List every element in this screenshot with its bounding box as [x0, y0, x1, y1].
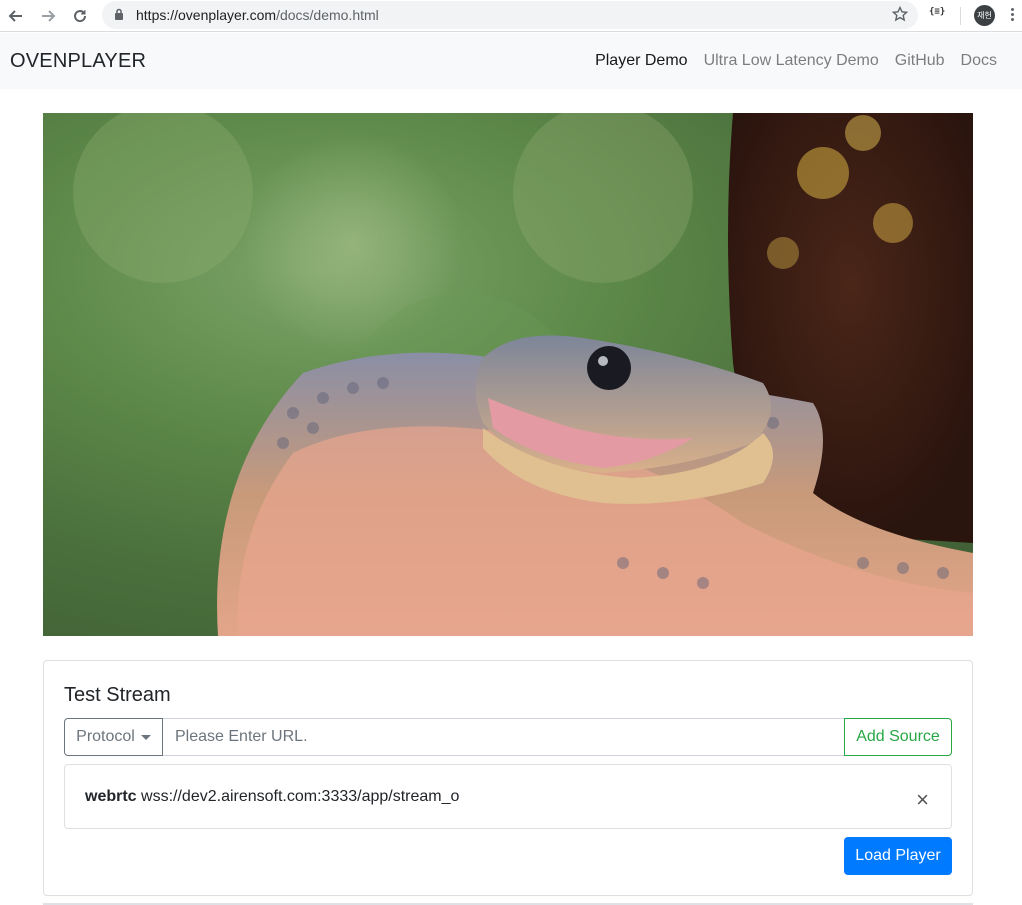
load-player-button[interactable]: Load Player: [844, 837, 952, 875]
video-frame: [73, 113, 973, 636]
lock-icon: [114, 8, 124, 26]
test-stream-card: Test Stream Protocol Add Source webrtc w…: [43, 660, 973, 896]
protocol-label: Protocol: [76, 728, 135, 745]
address-url: https://ovenplayer.com/docs/demo.html: [136, 7, 379, 23]
source-list-item: webrtc wss://dev2.airensoft.com:3333/app…: [64, 764, 952, 829]
brand-logo[interactable]: OVENPLAYER: [10, 50, 146, 73]
source-url: wss://dev2.airensoft.com:3333/app/stream…: [141, 788, 460, 805]
video-player[interactable]: [43, 113, 973, 636]
nav-github[interactable]: GitHub: [895, 52, 945, 70]
add-source-button[interactable]: Add Source: [844, 718, 952, 756]
nav-player-demo[interactable]: Player Demo: [595, 52, 687, 70]
nav-docs[interactable]: Docs: [961, 52, 997, 70]
url-input[interactable]: [163, 718, 844, 756]
caret-down-icon: [140, 734, 151, 740]
profile-avatar[interactable]: 재헌: [974, 5, 995, 26]
back-button[interactable]: [3, 3, 29, 29]
forward-button[interactable]: [35, 3, 61, 29]
browser-menu-icon[interactable]: [1011, 8, 1015, 23]
address-bar[interactable]: https://ovenplayer.com/docs/demo.html: [102, 1, 918, 29]
source-protocol: webrtc: [85, 788, 137, 805]
site-navbar: OVENPLAYER Player Demo Ultra Low Latency…: [0, 33, 1022, 89]
back-arrow-icon: [8, 10, 22, 22]
browser-toolbar: https://ovenplayer.com/docs/demo.html {≡…: [0, 0, 1022, 32]
nav-links: Player Demo Ultra Low Latency Demo GitHu…: [595, 52, 997, 70]
forward-arrow-icon: [42, 10, 56, 22]
protocol-dropdown[interactable]: Protocol: [64, 718, 163, 756]
extension-icon[interactable]: {≡}: [929, 7, 945, 17]
bookmark-star-icon[interactable]: [891, 5, 909, 27]
remove-source-close-icon[interactable]: ×: [916, 789, 929, 811]
reload-icon: [74, 10, 87, 23]
source-entry: webrtc wss://dev2.airensoft.com:3333/app…: [85, 788, 459, 806]
card-title: Test Stream: [64, 684, 171, 706]
reload-button[interactable]: [67, 3, 93, 29]
nav-ultra-low-latency-demo[interactable]: Ultra Low Latency Demo: [704, 52, 879, 70]
toolbar-divider: [960, 7, 961, 25]
source-input-group: Protocol Add Source: [64, 718, 952, 756]
